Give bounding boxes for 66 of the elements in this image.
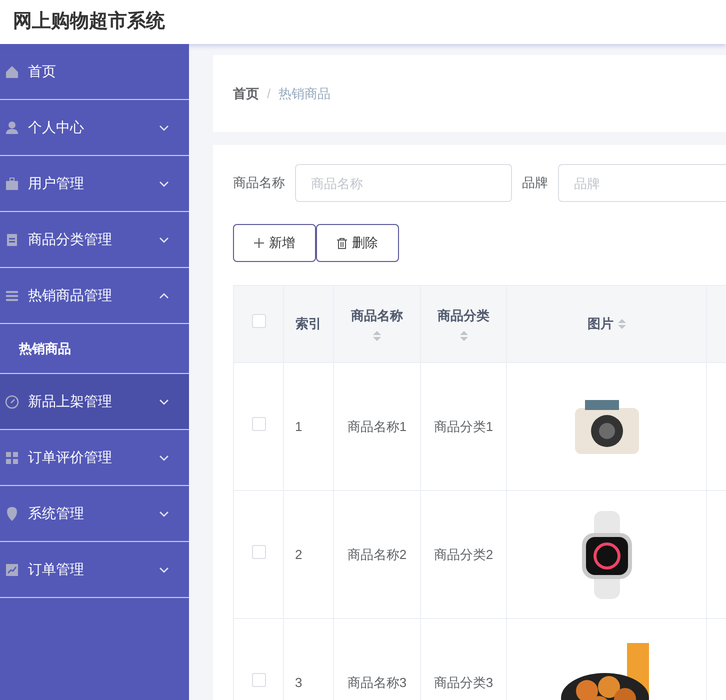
sidebar-item[interactable]: 订单评价管理	[0, 430, 189, 486]
chevron-icon	[159, 292, 169, 298]
search-field[interactable]: 品牌	[558, 164, 726, 202]
sort-icon	[618, 318, 626, 330]
table-cell: 商品名称3	[347, 674, 407, 690]
chart-icon	[4, 562, 20, 578]
clipboard-icon	[4, 232, 20, 248]
column-header: 索引	[296, 315, 322, 334]
menu-label: 订单评价管理	[28, 448, 113, 467]
app-title: 网上购物超市系统	[13, 10, 165, 34]
menu-label: 新品上架管理	[28, 392, 113, 411]
plus-icon	[254, 238, 264, 248]
delete-button[interactable]: 删除	[316, 224, 399, 262]
sidebar-item[interactable]: 商品分类管理	[0, 212, 189, 268]
home-icon	[4, 64, 20, 80]
checkbox[interactable]	[252, 672, 266, 687]
table-cell: 3	[295, 674, 302, 690]
trash-icon	[337, 238, 347, 248]
briefcase-icon	[4, 176, 20, 192]
sidebar-item[interactable]: 个人中心	[0, 100, 189, 156]
table-cell: 商品名称1	[347, 418, 407, 434]
sidebar-item[interactable]: 新品上架管理	[0, 374, 189, 430]
breadcrumb-item: 热销商品	[278, 84, 331, 103]
menu-label: 热销商品管理	[28, 286, 113, 305]
sort-icon	[373, 330, 381, 342]
chevron-icon	[159, 398, 169, 404]
chevron-icon	[159, 454, 169, 460]
menu-label: 首页	[28, 62, 57, 81]
chevron-icon	[159, 236, 169, 242]
table-cell: 1	[295, 418, 302, 434]
table-cell: 商品分类1	[434, 418, 494, 434]
user-icon	[4, 120, 20, 136]
field-label: 品牌	[522, 174, 548, 192]
search-field[interactable]: 商品名称	[295, 164, 512, 202]
breadcrumb-item[interactable]: 首页	[233, 84, 259, 104]
column-header: 商品名称	[351, 307, 403, 326]
sidebar-item[interactable]: 首页	[0, 44, 189, 100]
table-cell: 商品分类3	[434, 674, 494, 690]
table-cell: 商品分类2	[434, 546, 494, 562]
sidebar-item[interactable]: 系统管理	[0, 486, 189, 542]
menu-label: 订单管理	[28, 560, 85, 579]
table-cell: 商品名称2	[347, 546, 407, 562]
grid-icon	[4, 450, 20, 466]
menu-label: 个人中心	[28, 118, 85, 137]
pin-icon	[4, 506, 20, 522]
table-cell: 2	[295, 546, 302, 562]
add-button[interactable]: 新增	[233, 224, 316, 262]
checkbox[interactable]	[252, 416, 266, 431]
menu-label: 用户管理	[28, 174, 85, 193]
menu-label: 商品分类管理	[28, 230, 113, 249]
compass-icon	[4, 394, 20, 410]
column-header: 商品分类	[438, 307, 490, 326]
menu-label: 系统管理	[28, 504, 85, 523]
chevron-icon	[159, 566, 169, 572]
column-header: 图片	[588, 315, 614, 334]
sidebar-item[interactable]: 热销商品管理	[0, 268, 189, 324]
sidebar-item[interactable]: 订单管理	[0, 542, 189, 598]
breadcrumb-separator: /	[267, 84, 271, 103]
sidebar-item[interactable]: 用户管理	[0, 156, 189, 212]
checkbox[interactable]	[252, 544, 266, 559]
chevron-icon	[159, 180, 169, 186]
sort-icon	[460, 330, 468, 342]
chevron-icon	[159, 124, 169, 130]
chevron-icon	[159, 510, 169, 516]
checkbox[interactable]	[252, 314, 266, 328]
field-label: 商品名称	[233, 174, 285, 192]
